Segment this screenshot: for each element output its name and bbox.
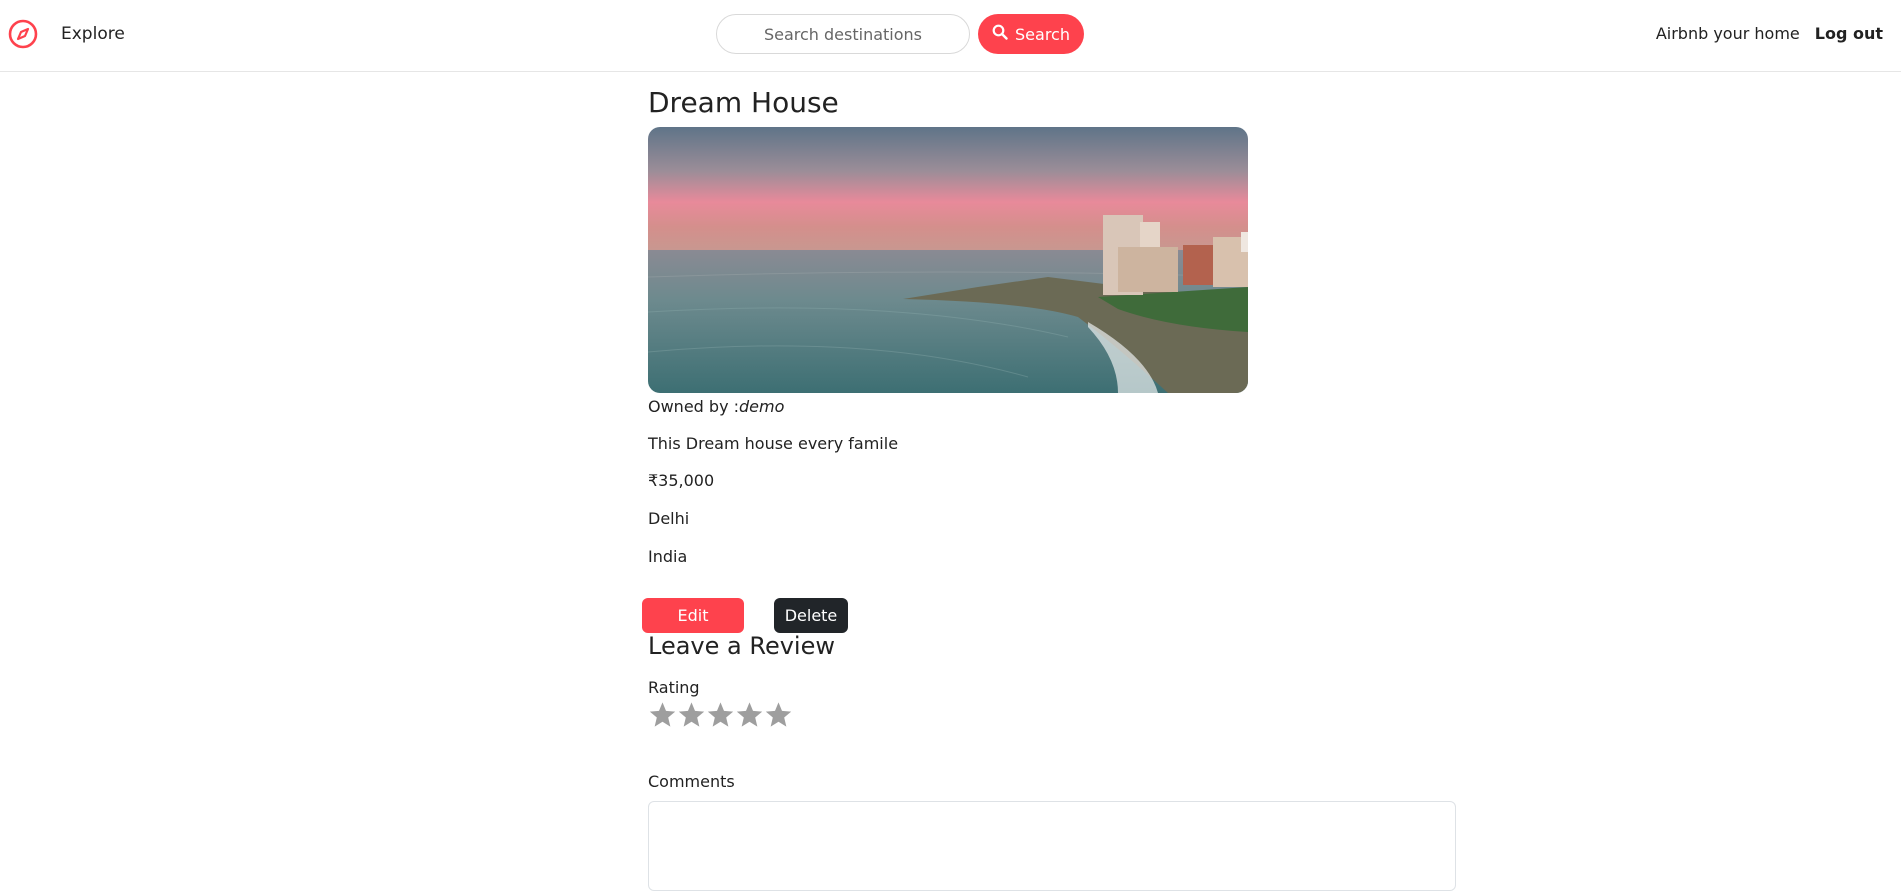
- listing-title: Dream House: [648, 86, 839, 119]
- navbar: Explore Search Airbnb your home Log out: [0, 0, 1901, 72]
- listing-owner: Owned by :demo: [648, 397, 784, 416]
- listing-description: This Dream house every famile: [648, 434, 899, 453]
- star-icon[interactable]: [648, 700, 677, 730]
- airbnb-your-home-link[interactable]: Airbnb your home: [1656, 24, 1800, 43]
- owner-prefix: Owned by :: [648, 397, 740, 416]
- nav-right: Airbnb your home Log out: [1656, 24, 1883, 43]
- edit-button[interactable]: Edit: [642, 598, 744, 633]
- rating-label: Rating: [648, 678, 700, 697]
- search-form: Search: [716, 14, 1084, 54]
- review-heading: Leave a Review: [648, 632, 835, 660]
- star-rating: [648, 700, 793, 730]
- search-button-label: Search: [1015, 24, 1070, 44]
- comments-label: Comments: [648, 772, 735, 791]
- listing-price: ₹35,000: [648, 471, 715, 490]
- logout-link[interactable]: Log out: [1815, 24, 1883, 43]
- search-icon: [992, 24, 1008, 44]
- search-input[interactable]: [716, 14, 970, 54]
- delete-button[interactable]: Delete: [774, 598, 848, 633]
- listing-country: India: [648, 547, 688, 566]
- star-icon[interactable]: [706, 700, 735, 730]
- listing-image: [648, 127, 1248, 393]
- nav-explore-link[interactable]: Explore: [61, 24, 125, 44]
- star-icon[interactable]: [735, 700, 764, 730]
- comments-textarea[interactable]: [648, 801, 1456, 891]
- owner-name: demo: [739, 397, 785, 416]
- star-icon[interactable]: [677, 700, 706, 730]
- compass-icon[interactable]: [7, 18, 39, 50]
- search-button[interactable]: Search: [978, 14, 1084, 54]
- star-icon[interactable]: [764, 700, 793, 730]
- listing-location: Delhi: [648, 509, 690, 528]
